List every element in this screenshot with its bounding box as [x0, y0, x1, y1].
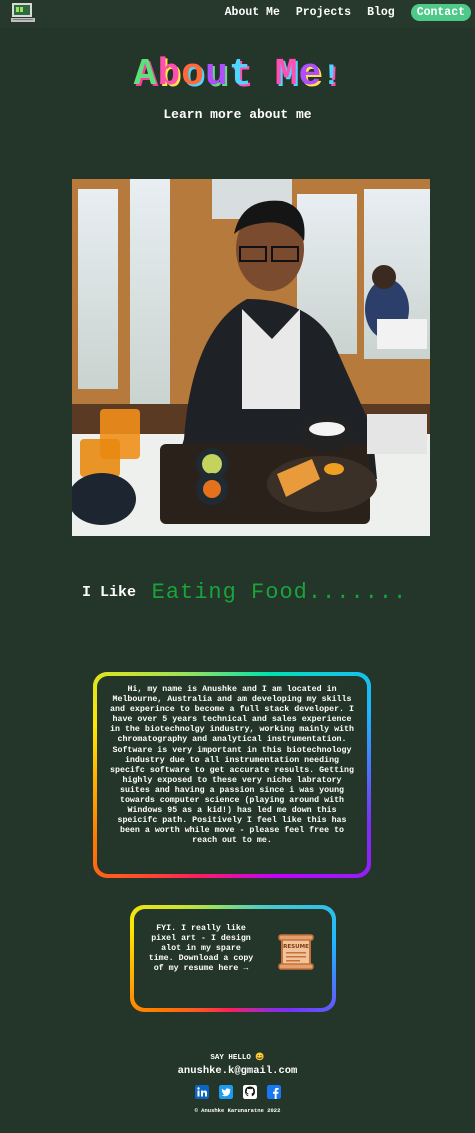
email-link[interactable]: anushke.k@gmail.com: [0, 1065, 475, 1077]
top-navbar: About Me Projects Blog Contact: [0, 0, 475, 28]
title-letter: o: [181, 53, 206, 96]
pixel-computer-icon[interactable]: [10, 2, 36, 24]
title-letter: !: [322, 60, 342, 94]
resume-card-inner: FYI. I really like pixel art - I design …: [134, 909, 332, 1008]
title-letter: M: [274, 53, 299, 96]
linkedin-icon[interactable]: [194, 1085, 209, 1099]
twitter-icon[interactable]: [218, 1085, 233, 1099]
nav-link-projects[interactable]: Projects: [296, 6, 351, 19]
title-letter: b: [157, 53, 182, 96]
like-value: Eating Food.......: [151, 580, 408, 605]
bio-text: Hi, my name is Anushke and I am located …: [97, 676, 367, 874]
resume-icon-label: RESUME: [283, 944, 309, 950]
resume-text: FYI. I really like pixel art - I design …: [148, 924, 254, 974]
bio-card: Hi, my name is Anushke and I am located …: [93, 672, 371, 878]
resume-scroll-icon[interactable]: RESUME: [278, 933, 314, 971]
resume-card: FYI. I really like pixel art - I design …: [130, 905, 336, 1012]
title-letter: A: [133, 53, 158, 96]
title-letter: e: [298, 53, 323, 96]
nav-links: About Me Projects Blog Contact: [209, 4, 471, 21]
contact-button[interactable]: Contact: [410, 4, 471, 21]
social-links: [0, 1085, 475, 1099]
nav-link-about[interactable]: About Me: [225, 6, 280, 19]
page-subtitle: Learn more about me: [163, 107, 312, 122]
like-label: I Like: [82, 584, 137, 601]
say-hello-label: SAY HELLO 😀: [210, 1054, 265, 1062]
github-icon[interactable]: [242, 1085, 257, 1099]
title-letter: t: [228, 53, 253, 96]
profile-photo: [72, 179, 430, 536]
title-letter: u: [205, 53, 229, 96]
copyright-text: © Anushke Karunaratne 2022: [194, 1107, 281, 1114]
page-title: About Me!: [0, 52, 475, 100]
like-row: I Like Eating Food.......: [82, 580, 407, 605]
nav-link-blog[interactable]: Blog: [367, 6, 395, 19]
facebook-icon[interactable]: [266, 1085, 281, 1099]
footer: SAY HELLO 😀 anushke.k@gmail.com © Anushk…: [0, 1052, 475, 1114]
